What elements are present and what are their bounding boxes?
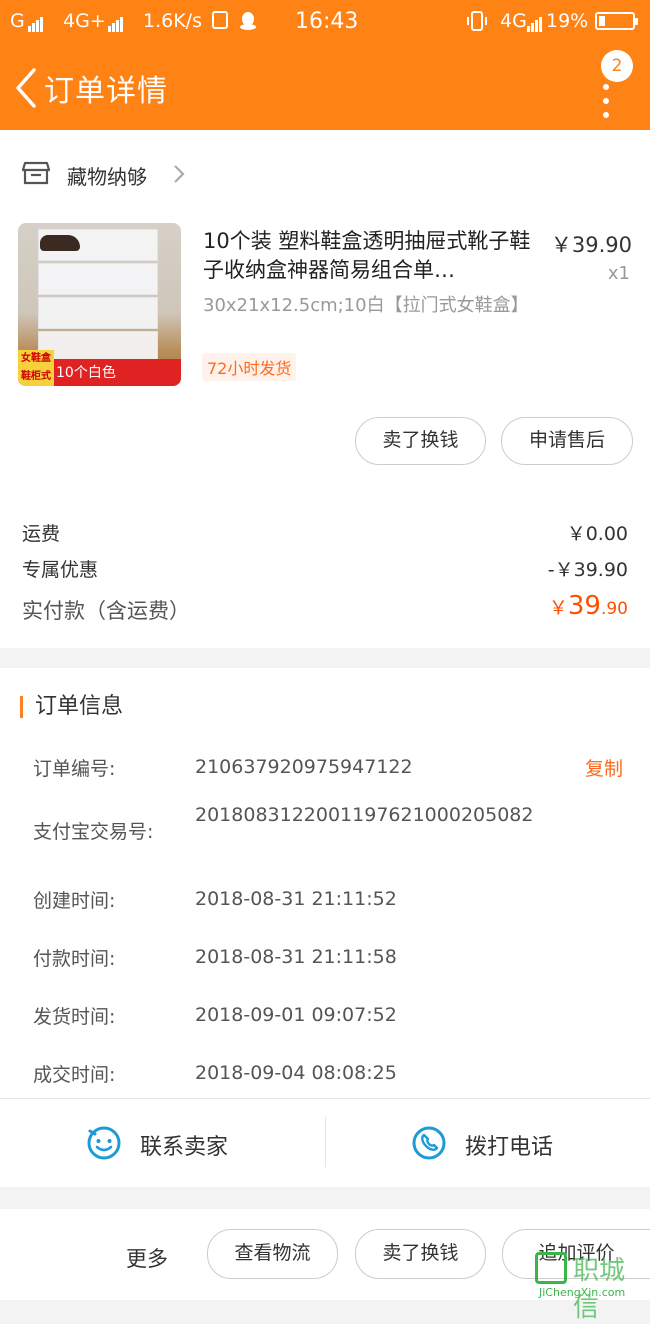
- total-currency: ￥: [548, 597, 568, 619]
- discount-label: 专属优惠: [22, 559, 99, 581]
- deal-time: 2018-09-04 08:08:25: [195, 1062, 397, 1084]
- qq-icon: [239, 11, 257, 36]
- contact-bar: 联系卖家 拨打电话: [0, 1098, 650, 1187]
- clock: 16:43: [295, 9, 359, 34]
- battery-icon: [595, 12, 638, 30]
- more-menu-button[interactable]: [596, 78, 620, 122]
- alipay-trade-number: 2018083122001197621000205082: [195, 804, 534, 826]
- watermark: 职城信 JiChengXin.com: [533, 1248, 650, 1323]
- network-label: 4G+: [63, 10, 106, 32]
- info-key: 订单编号:: [33, 758, 116, 780]
- carrier-label: G: [10, 10, 25, 32]
- message-badge[interactable]: 2: [601, 50, 633, 82]
- discount-row: 专属优惠 -￥39.90: [22, 555, 628, 582]
- total-label: 实付款（含运费）: [22, 599, 190, 623]
- info-row: 支付宝交易号: 2018083122001197621000205082: [33, 802, 633, 862]
- info-key: 付款时间:: [33, 948, 116, 970]
- page-title: 订单详情: [44, 74, 168, 109]
- shipping-fee-row: 运费 ￥0.00: [22, 519, 628, 546]
- created-time: 2018-08-31 21:11:52: [195, 888, 397, 910]
- discount-value: -￥39.90: [547, 559, 628, 581]
- total-decimal: .90: [600, 599, 628, 619]
- image-tag: 女鞋盒 鞋柜式: [18, 350, 54, 386]
- phone-icon: [411, 1125, 447, 1165]
- info-key: 创建时间:: [33, 890, 116, 912]
- resell-button-bottom[interactable]: 卖了换钱: [355, 1229, 486, 1279]
- battery-percent: 19%: [546, 10, 589, 32]
- app-header: G 4G+ 1.6K/s 16:43 4G 19% 订单详情 2: [0, 0, 650, 130]
- copy-button[interactable]: 复制: [585, 754, 623, 781]
- shipping-tag: 72小时发货: [202, 353, 297, 381]
- signal-icon-3: [527, 10, 543, 32]
- vibrate-icon: [466, 11, 488, 36]
- shop-name: 藏物纳够: [67, 165, 147, 189]
- more-button[interactable]: 更多: [126, 1243, 168, 1273]
- shipping-fee-value: ￥0.00: [566, 523, 628, 545]
- app-notify-icon: [212, 11, 228, 29]
- watermark-domain: JiChengXin.com: [539, 1286, 626, 1299]
- contact-seller-label: 联系卖家: [140, 1135, 229, 1160]
- chevron-left-icon: [16, 68, 36, 108]
- shipped-time: 2018-09-01 09:07:52: [195, 1004, 397, 1026]
- product-price: ￥39.90: [550, 233, 632, 257]
- order-item-card: 藏物纳够 女鞋盒 鞋柜式 10个白色 10个装 塑料鞋盒透明抽屉式靴子鞋子收纳盒…: [0, 130, 650, 648]
- resell-button[interactable]: 卖了换钱: [355, 417, 486, 465]
- view-logistics-button[interactable]: 查看物流: [207, 1229, 338, 1279]
- product-quantity: x1: [607, 263, 630, 284]
- total-integer: 39: [567, 591, 601, 621]
- image-caption: 10个白色: [56, 365, 116, 381]
- info-key: 成交时间:: [33, 1064, 116, 1086]
- product-sku: 30x21x12.5cm;10白【拉门式女鞋盒】: [203, 295, 529, 316]
- paid-time: 2018-08-31 21:11:58: [195, 946, 397, 968]
- info-key: 支付宝交易号:: [33, 821, 154, 843]
- store-icon: [21, 160, 51, 190]
- after-sale-button[interactable]: 申请售后: [501, 417, 633, 465]
- call-button[interactable]: 拨打电话: [326, 1099, 650, 1187]
- order-info-heading: 订单信息: [20, 696, 123, 718]
- shoe-image: [40, 235, 80, 251]
- chevron-right-icon: [172, 163, 186, 189]
- network-label-2: 4G: [500, 10, 527, 32]
- product-thumbnail[interactable]: 女鞋盒 鞋柜式 10个白色: [18, 223, 181, 386]
- total-row: 实付款（含运费） ￥39.90: [22, 591, 628, 625]
- watermark-logo-icon: [535, 1252, 567, 1284]
- contact-seller-button[interactable]: 联系卖家: [0, 1099, 325, 1187]
- signal-icon-2: [108, 10, 124, 32]
- call-label: 拨打电话: [465, 1135, 554, 1160]
- nav-bar: 订单详情 2: [0, 50, 650, 118]
- network-speed: 1.6K/s: [143, 10, 202, 32]
- chat-smile-icon: [86, 1125, 122, 1165]
- back-button[interactable]: [12, 66, 46, 108]
- shipping-fee-label: 运费: [22, 523, 61, 545]
- order-number: 210637920975947122: [195, 756, 413, 778]
- status-bar: G 4G+ 1.6K/s 16:43 4G 19%: [0, 0, 650, 44]
- total-value: ￥39.90: [549, 591, 628, 621]
- product-title[interactable]: 10个装 塑料鞋盒透明抽屉式靴子鞋子收纳盒神器简易组合单…: [203, 227, 533, 285]
- signal-icon: [28, 10, 44, 32]
- shop-row[interactable]: 藏物纳够: [0, 148, 650, 198]
- order-info-card: 订单信息 订单编号: 210637920975947122 复制 支付宝交易号:…: [0, 668, 650, 1098]
- info-key: 发货时间:: [33, 1006, 116, 1028]
